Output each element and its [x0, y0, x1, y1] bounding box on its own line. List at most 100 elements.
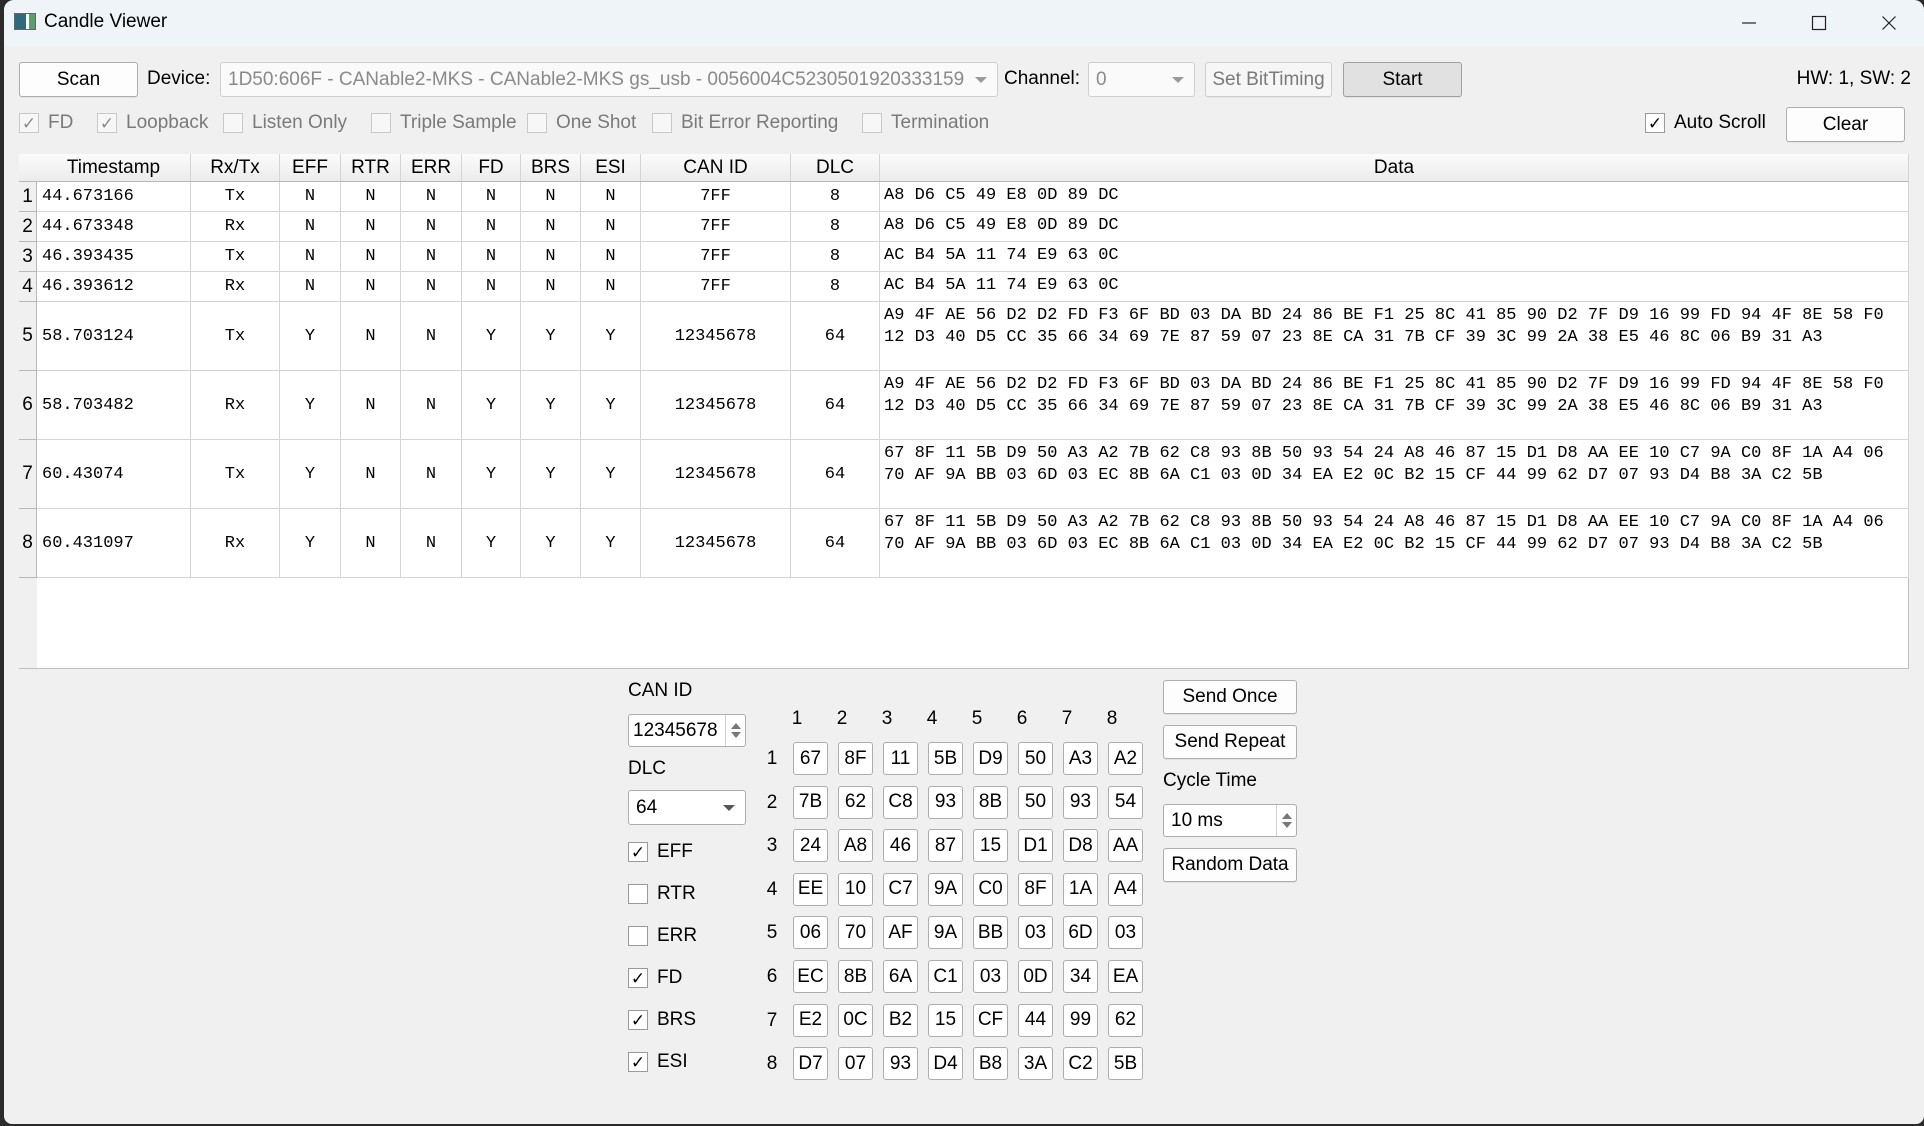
byte-input[interactable]: A8	[838, 829, 873, 863]
row-number[interactable]: 4	[19, 272, 37, 302]
row-number[interactable]: 7	[19, 440, 37, 509]
column-header-brs[interactable]: BRS	[521, 154, 581, 181]
byte-input[interactable]: 03	[973, 960, 1008, 993]
byte-input[interactable]: 9A	[928, 872, 963, 906]
spin-buttons[interactable]	[725, 715, 745, 746]
byte-input[interactable]: A4	[1108, 872, 1143, 906]
byte-input[interactable]: 54	[1108, 785, 1143, 819]
column-header-eff[interactable]: EFF	[280, 154, 341, 181]
byte-input[interactable]: 03	[1108, 916, 1143, 950]
row-number[interactable]: 6	[19, 371, 37, 440]
row-number[interactable]: 5	[19, 302, 37, 371]
spin-buttons[interactable]	[1276, 805, 1296, 836]
column-header-can-id[interactable]: CAN ID	[641, 154, 791, 181]
byte-input[interactable]: 6D	[1063, 916, 1098, 950]
table-row[interactable]: 6 58.703482 Rx Y N N Y Y Y 12345678 64 A9 4F AE 56 …	[19, 371, 1909, 440]
byte-input[interactable]: D1	[1018, 829, 1053, 863]
byte-input[interactable]: 93	[1063, 785, 1098, 819]
byte-input[interactable]: 8F	[838, 742, 873, 775]
byte-input[interactable]: 70	[838, 916, 873, 950]
byte-input[interactable]: EE	[793, 872, 828, 906]
set-bittiming-button[interactable]: Set BitTiming	[1205, 62, 1332, 97]
bit-error-reporting-checkbox[interactable]: Bit Error Reporting	[652, 112, 838, 134]
random-data-button[interactable]: Random Data	[1163, 848, 1297, 882]
byte-input[interactable]: 8B	[838, 960, 873, 993]
can-id-spinbox[interactable]: 12345678	[628, 714, 746, 747]
cycle-time-spinbox[interactable]: 10 ms	[1163, 804, 1297, 837]
err-flag-checkbox[interactable]: ERR	[628, 925, 697, 947]
column-header-dlc[interactable]: DLC	[791, 154, 880, 181]
byte-input[interactable]: D9	[973, 742, 1008, 775]
byte-input[interactable]: 10	[838, 872, 873, 906]
byte-input[interactable]: 93	[883, 1047, 918, 1081]
byte-input[interactable]: 46	[883, 829, 918, 863]
byte-input[interactable]: CF	[973, 1003, 1008, 1037]
maximize-button[interactable]	[1784, 0, 1854, 46]
column-header-timestamp[interactable]: Timestamp	[37, 154, 191, 181]
close-button[interactable]	[1854, 0, 1924, 46]
column-header-direction[interactable]: Rx/Tx	[191, 154, 280, 181]
dlc-select[interactable]: 64	[628, 790, 746, 825]
byte-input[interactable]: 3A	[1018, 1047, 1053, 1081]
column-header-fd[interactable]: FD	[462, 154, 521, 181]
column-header-esi[interactable]: ESI	[581, 154, 641, 181]
byte-input[interactable]: 15	[928, 1003, 963, 1037]
byte-input[interactable]: EA	[1108, 960, 1143, 993]
row-number[interactable]: 2	[19, 212, 37, 242]
fd-checkbox[interactable]: ✓ FD	[19, 112, 73, 134]
byte-input[interactable]: 50	[1018, 785, 1053, 819]
byte-input[interactable]: 6A	[883, 960, 918, 993]
scan-button[interactable]: Scan	[19, 62, 138, 97]
byte-input[interactable]: 11	[883, 742, 918, 775]
table-row[interactable]: 4 46.393612 Rx N N N N N N 7FF 8 AC B4 5A 11 74 E9 …	[19, 272, 1909, 302]
send-repeat-button[interactable]: Send Repeat	[1163, 725, 1297, 759]
byte-input[interactable]: 44	[1018, 1003, 1053, 1037]
row-number[interactable]: 3	[19, 242, 37, 272]
byte-input[interactable]: E2	[793, 1003, 828, 1037]
start-button[interactable]: Start	[1343, 62, 1462, 97]
byte-input[interactable]: 8B	[973, 785, 1008, 819]
esi-flag-checkbox[interactable]: ✓ ESI	[628, 1051, 688, 1073]
byte-input[interactable]: A2	[1108, 742, 1143, 775]
byte-input[interactable]: D8	[1063, 829, 1098, 863]
clear-button[interactable]: Clear	[1786, 107, 1905, 142]
message-table[interactable]: Timestamp Rx/Tx EFF RTR ERR FD BRS ESI CAN ID DLC…	[19, 154, 1909, 669]
byte-input[interactable]: 67	[793, 742, 828, 775]
byte-input[interactable]: 5B	[928, 742, 963, 775]
triple-sample-checkbox[interactable]: Triple Sample	[371, 112, 517, 134]
table-row[interactable]: 1 44.673166 Tx N N N N N N 7FF 8 A8 D6 C5 49 E8 0D …	[19, 182, 1909, 212]
byte-input[interactable]: C0	[973, 872, 1008, 906]
table-row[interactable]: 2 44.673348 Rx N N N N N N 7FF 8 A8 D6 C5 49 E8 0D …	[19, 212, 1909, 242]
byte-input[interactable]: 7B	[793, 785, 828, 819]
table-row[interactable]: 5 58.703124 Tx Y N N Y Y Y 12345678 64 A9 4F AE 56 …	[19, 302, 1909, 371]
byte-input[interactable]: 9A	[928, 916, 963, 950]
byte-input[interactable]: 0D	[1018, 960, 1053, 993]
byte-input[interactable]: 0C	[838, 1003, 873, 1037]
byte-input[interactable]: 99	[1063, 1003, 1098, 1037]
byte-input[interactable]: 50	[1018, 742, 1053, 775]
byte-input[interactable]: C8	[883, 785, 918, 819]
byte-input[interactable]: 62	[1108, 1003, 1143, 1037]
table-row[interactable]: 3 46.393435 Tx N N N N N N 7FF 8 AC B4 5A 11 74 E9 …	[19, 242, 1909, 272]
device-select[interactable]: 1D50:606F - CANable2-MKS - CANable2-MKS …	[220, 62, 998, 97]
byte-input[interactable]: 5B	[1108, 1047, 1143, 1081]
byte-input[interactable]: 87	[928, 829, 963, 863]
byte-input[interactable]: 93	[928, 785, 963, 819]
byte-input[interactable]: 34	[1063, 960, 1098, 993]
column-header-err[interactable]: ERR	[401, 154, 462, 181]
byte-input[interactable]: 15	[973, 829, 1008, 863]
brs-flag-checkbox[interactable]: ✓ BRS	[628, 1009, 696, 1031]
rtr-flag-checkbox[interactable]: RTR	[628, 883, 696, 905]
byte-input[interactable]: C2	[1063, 1047, 1098, 1081]
table-row[interactable]: 7 60.43074 Tx Y N N Y Y Y 12345678 64 67 8F 11 5B D…	[19, 440, 1909, 509]
byte-input[interactable]: 07	[838, 1047, 873, 1081]
column-header-rtr[interactable]: RTR	[341, 154, 401, 181]
byte-input[interactable]: AA	[1108, 829, 1143, 863]
row-number[interactable]: 1	[19, 182, 37, 212]
eff-flag-checkbox[interactable]: ✓ EFF	[628, 841, 693, 863]
loopback-checkbox[interactable]: ✓ Loopback	[97, 112, 208, 134]
byte-input[interactable]: C1	[928, 960, 963, 993]
termination-checkbox[interactable]: Termination	[862, 112, 989, 134]
row-number[interactable]: 8	[19, 509, 37, 578]
table-row[interactable]: 8 60.431097 Rx Y N N Y Y Y 12345678 64 67 8F 11 5B …	[19, 509, 1909, 578]
